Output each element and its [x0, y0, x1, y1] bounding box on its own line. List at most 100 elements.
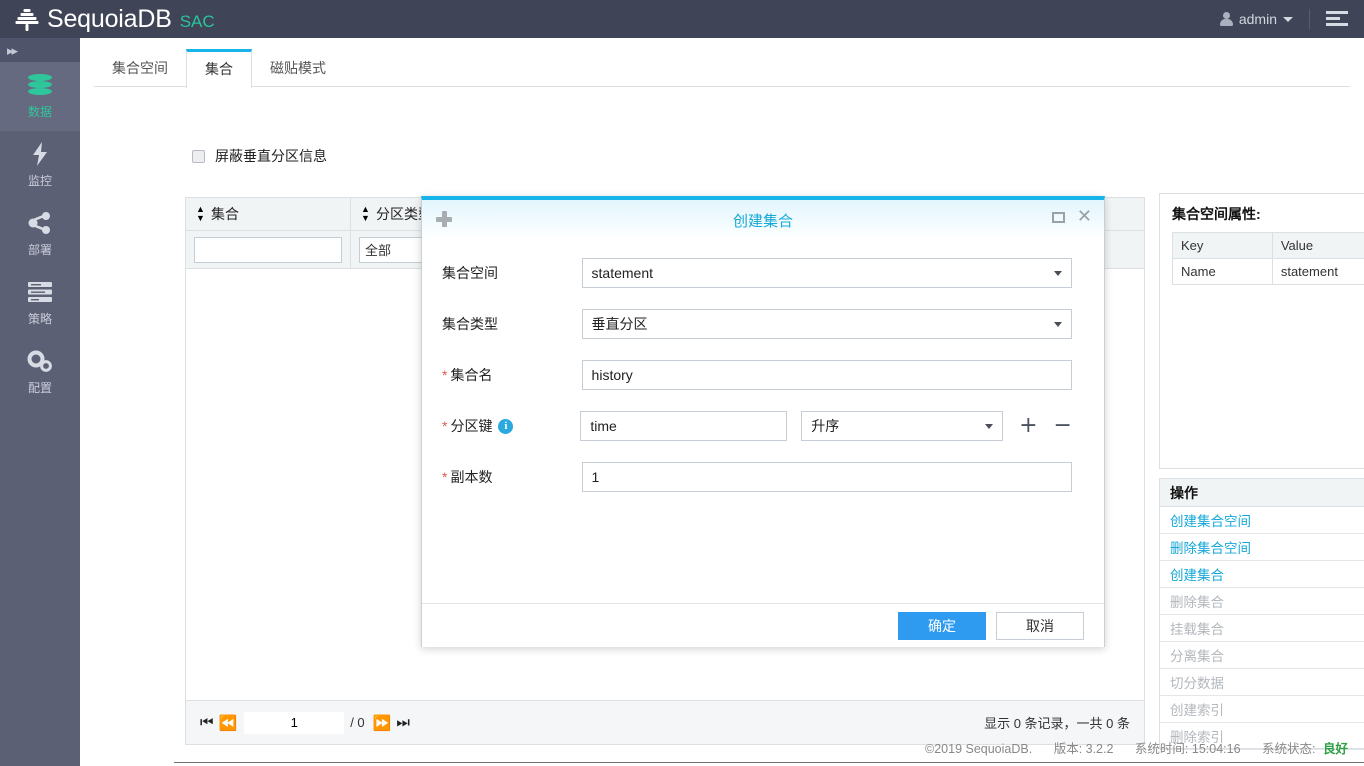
- page-footer: ©2019 SequoiaDB. 版本: 3.2.2 系统时间: 15:04:1…: [0, 738, 1364, 760]
- operation-create-collection[interactable]: 创建集合: [1160, 561, 1364, 588]
- pagination-next-button[interactable]: ⏩: [373, 714, 392, 732]
- chevron-down-icon: [985, 424, 994, 429]
- required-asterisk: *: [442, 469, 448, 485]
- brand: SequoiaDB SAC: [0, 5, 215, 34]
- brand-name: SequoiaDB: [47, 4, 172, 33]
- properties-header-value: Value: [1271, 232, 1364, 259]
- pagination-summary: 显示 0 条记录，一共 0 条: [984, 716, 1130, 731]
- sidebar-item-strategy[interactable]: 策略: [0, 269, 80, 338]
- operation-drop-collection-space[interactable]: 删除集合空间: [1160, 534, 1364, 561]
- field-label: * 副本数: [442, 467, 582, 487]
- database-icon: [28, 73, 52, 97]
- confirm-button[interactable]: 确定: [898, 611, 986, 640]
- partition-key-order-select[interactable]: 升序: [801, 411, 1004, 441]
- field-partition-key: * 分区键 i 升序 + −: [442, 411, 1072, 441]
- tab-collection-space[interactable]: 集合空间: [94, 49, 186, 87]
- user-icon: [1219, 12, 1233, 26]
- sidebar-item-label: 部署: [27, 243, 52, 257]
- dialog-title-bar: 创建集合 ✕: [422, 200, 1104, 240]
- operations-panel: 操作 创建集合空间 删除集合空间 创建集合 删除集合 挂载集合 分离集合 切分数…: [1159, 478, 1364, 750]
- chevron-down-icon: [1054, 271, 1062, 276]
- footer-divider: [174, 762, 1364, 763]
- collection-space-select[interactable]: statement: [581, 258, 1072, 288]
- sidebar-item-monitor[interactable]: 监控: [0, 131, 80, 200]
- hide-vertical-partition-checkbox[interactable]: [192, 149, 205, 163]
- pagination-prev-button[interactable]: ⏪: [219, 714, 238, 732]
- sort-arrows-icon: ▲ ▼: [361, 204, 370, 223]
- properties-header-key: Key: [1172, 232, 1273, 259]
- field-label-text: 分区键: [450, 418, 493, 434]
- dialog-title: 创建集合: [732, 212, 793, 230]
- table-header-collection[interactable]: ▲ ▼ 集合: [186, 198, 351, 230]
- cancel-button[interactable]: 取消: [996, 611, 1084, 640]
- field-collection-space: 集合空间 statement: [442, 258, 1072, 288]
- gears-icon: [27, 349, 53, 373]
- collection-type-select[interactable]: 垂直分区: [581, 309, 1072, 339]
- table-header-label: 集合: [211, 206, 239, 222]
- required-asterisk: *: [442, 367, 448, 383]
- footer-copyright: ©2019 SequoiaDB.: [925, 742, 1033, 756]
- pagination-page-input[interactable]: [244, 711, 345, 734]
- operation-drop-collection: 删除集合: [1160, 588, 1364, 615]
- partition-key-order-value: 升序: [811, 418, 840, 434]
- field-collection-type: 集合类型 垂直分区: [442, 309, 1072, 339]
- chevron-down-icon: [1054, 322, 1062, 327]
- dialog-body: 集合空间 statement 集合类型 垂直分区 * 集合名 history *…: [422, 240, 1104, 603]
- chevron-down-icon: [1283, 16, 1293, 22]
- add-partition-key-button[interactable]: +: [1019, 415, 1037, 437]
- sidebar-item-label: 配置: [27, 381, 52, 395]
- replica-count-input[interactable]: [581, 462, 1072, 492]
- operation-create-collection-space[interactable]: 创建集合空间: [1160, 507, 1364, 534]
- property-key: Name: [1172, 258, 1273, 285]
- partition-key-input[interactable]: [580, 411, 788, 441]
- tab-tile-mode[interactable]: 磁贴模式: [252, 49, 344, 87]
- operations-panel-title: 操作: [1160, 479, 1364, 507]
- close-icon[interactable]: ✕: [1077, 208, 1092, 226]
- sequoia-tree-logo-icon: [14, 6, 40, 32]
- properties-table: Key Value Name statement: [1172, 232, 1364, 285]
- footer-status-value: 良好: [1322, 742, 1348, 756]
- remove-partition-key-button[interactable]: −: [1054, 415, 1072, 437]
- field-label-text: 副本数: [450, 469, 493, 485]
- field-label: * 分区键 i: [442, 416, 580, 436]
- field-label-text: 集合名: [450, 367, 493, 383]
- field-label: 集合类型: [442, 316, 498, 332]
- user-menu-button[interactable]: admin: [1219, 11, 1293, 27]
- operation-split-data: 切分数据: [1160, 669, 1364, 696]
- sidebar-item-label: 策略: [27, 312, 52, 326]
- divider: [1309, 9, 1310, 29]
- collection-name-input[interactable]: [581, 360, 1072, 390]
- operation-detach-collection: 分离集合: [1160, 642, 1364, 669]
- sidebar-item-config[interactable]: 配置: [0, 338, 80, 407]
- sidebar-collapse-button[interactable]: ▸▸: [0, 38, 80, 62]
- tab-collection[interactable]: 集合: [186, 49, 252, 88]
- maximize-icon[interactable]: [1051, 211, 1065, 223]
- table-row: Name statement: [1172, 258, 1364, 285]
- sidebar-item-data[interactable]: 数据: [0, 62, 80, 131]
- hamburger-menu-icon[interactable]: [1326, 11, 1348, 27]
- pagination-total-pages: / 0: [350, 715, 365, 730]
- partition-type-filter-value: 全部: [365, 243, 392, 258]
- properties-header-row: Key Value: [1172, 232, 1364, 259]
- sidebar-item-label: 监控: [27, 174, 52, 188]
- footer-system-time: 系统时间: 15:04:16: [1134, 742, 1241, 756]
- field-collection-name: * 集合名: [442, 360, 1072, 390]
- pagination-first-button[interactable]: ⏮: [200, 714, 213, 731]
- collection-filter-input[interactable]: [194, 236, 342, 263]
- plus-icon: [436, 211, 452, 227]
- dialog-controls: ✕: [1051, 208, 1092, 226]
- tab-bar: 集合空间 集合 磁贴模式: [94, 49, 1350, 88]
- sidebar-item-deploy[interactable]: 部署: [0, 200, 80, 269]
- dialog-footer: 确定 取消: [422, 603, 1104, 647]
- required-asterisk: *: [442, 418, 448, 434]
- field-replica-count: * 副本数: [442, 462, 1072, 492]
- footer-version: 版本: 3.2.2: [1053, 742, 1114, 756]
- info-icon[interactable]: i: [498, 418, 514, 434]
- pagination-last-button[interactable]: ⏭: [396, 714, 409, 731]
- sort-arrows-icon: ▲ ▼: [196, 204, 205, 223]
- operation-create-index: 创建索引: [1160, 696, 1364, 723]
- brand-subtitle: SAC: [179, 11, 215, 31]
- create-collection-dialog: 创建集合 ✕ 集合空间 statement 集合类型 垂直分区 * 集合名 hi…: [421, 196, 1105, 647]
- filter-cell-collection: [186, 230, 351, 269]
- double-chevron-right-icon: ▸▸: [7, 42, 18, 58]
